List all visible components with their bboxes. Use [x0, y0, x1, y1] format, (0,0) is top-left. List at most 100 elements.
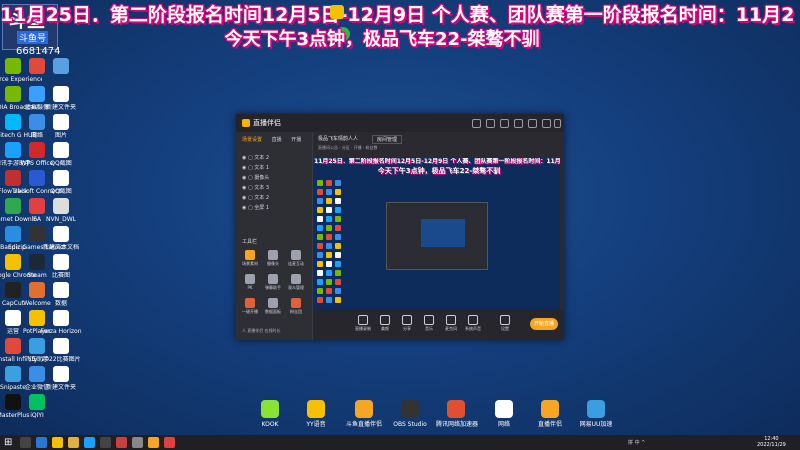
preview-icon	[317, 252, 323, 258]
tool-fan-club[interactable]: 粉丝团	[286, 298, 306, 316]
yy-icon	[307, 400, 325, 418]
tray-text[interactable]: 拼 中 ^	[628, 439, 645, 446]
beauty-button[interactable]: 美颜	[374, 315, 396, 332]
tool-audience[interactable]: 观众管理	[286, 274, 306, 292]
dock-item-label: KOOK	[261, 421, 279, 428]
control-label: 美颜	[381, 326, 389, 331]
data-panel-icon	[268, 298, 278, 308]
forza-icon	[53, 310, 69, 326]
tool-link-mic[interactable]: 连麦互动	[286, 250, 306, 268]
quick-live-icon	[245, 298, 255, 308]
material-icon	[245, 250, 255, 260]
stream-subtitle-text: 今天下午3点钟，极品飞车22-桀骜不驯	[224, 29, 540, 50]
close-icon[interactable]	[554, 119, 561, 128]
screenshot-icon	[53, 142, 69, 158]
scene-item-label: 文本 2	[254, 195, 270, 201]
preview-icon	[335, 297, 341, 303]
settings-icon[interactable]	[486, 119, 495, 128]
message-icon[interactable]	[500, 119, 509, 128]
edge-icon[interactable]	[36, 437, 47, 448]
app-icon[interactable]	[100, 437, 111, 448]
share-icon	[402, 315, 412, 325]
image-icon	[53, 114, 69, 130]
start-live-button[interactable]: 开始直播	[530, 318, 558, 330]
system-audio-button[interactable]: 系统声音	[462, 315, 484, 332]
preview-icon	[326, 207, 332, 213]
maximize-icon[interactable]	[542, 119, 551, 128]
scene-item-label: 文本 3	[254, 185, 270, 191]
start-button[interactable]: ⊞	[4, 437, 15, 448]
tool-quick-live[interactable]: 一键开播	[240, 298, 260, 316]
skin-icon[interactable]	[472, 119, 481, 128]
tool-camera[interactable]: 摄像头	[263, 250, 283, 268]
room-header: 极品飞车情韵人人 房间管理 直播间公告 · 分区 · 开播 · 粉丝数	[314, 132, 564, 158]
record-button[interactable]: 直播录制	[352, 315, 374, 332]
live-preview[interactable]: 11月25日．第二阶段报名时间12月5日-12月9日 个人赛、团队赛第一阶段报名…	[314, 158, 560, 310]
desktop-icon-label: 新建文件夹	[45, 384, 76, 391]
minimize-icon[interactable]	[528, 119, 537, 128]
tool-scene-material[interactable]: 场景素材	[240, 250, 260, 268]
preview-icon	[326, 288, 332, 294]
tool-label: 连麦互动	[288, 261, 304, 266]
tool-data-panel[interactable]: 数据面板	[263, 298, 283, 316]
microphone-icon	[446, 315, 456, 325]
search-icon[interactable]	[20, 437, 31, 448]
speaker-icon	[468, 315, 478, 325]
preview-icon	[317, 216, 323, 222]
scene-item[interactable]: ◉ ▢ 摄像头	[242, 174, 269, 181]
scene-item[interactable]: ◉ ▢ 文本 1	[242, 164, 269, 171]
preview-icon	[326, 180, 332, 186]
folder-icon	[53, 86, 69, 102]
preview-icon	[326, 189, 332, 195]
app-icon[interactable]	[116, 437, 127, 448]
dock-item-label: 直播伴侣	[537, 421, 562, 428]
douyu-icon[interactable]	[148, 437, 159, 448]
nested-preview-content	[421, 219, 465, 247]
mic-button[interactable]: 麦克风	[440, 315, 462, 332]
preview-icon	[335, 288, 341, 294]
settings-button[interactable]: 设置	[494, 315, 516, 332]
preview-icon	[335, 180, 341, 186]
scene-item-label: 摄像头	[254, 175, 270, 181]
desktop-icon-label: NVN_DWL	[46, 216, 76, 223]
tool-label: 观众管理	[288, 285, 304, 290]
preview-icon	[326, 234, 332, 240]
app-icon[interactable]	[164, 437, 175, 448]
taskbar-clock[interactable]: 12:40 2022/11/29	[757, 436, 786, 448]
camera-icon	[268, 250, 278, 260]
control-label: 麦克风	[445, 326, 457, 331]
preview-icon	[326, 243, 332, 249]
folder-icon[interactable]	[68, 437, 79, 448]
preview-icon	[335, 189, 341, 195]
share-button[interactable]: 分享	[396, 315, 418, 332]
room-manage-button[interactable]: 房间管理	[372, 135, 403, 144]
scene-item[interactable]: ◉ ▢ 文本 2	[242, 154, 269, 161]
scene-item[interactable]: ◉ ▢ 文本 2	[242, 194, 269, 201]
file-icon	[53, 198, 69, 214]
menu-icon[interactable]	[514, 119, 523, 128]
tool-danmu[interactable]: 弹幕助手	[263, 274, 283, 292]
logo-sub: 斗鱼号	[17, 31, 49, 44]
accelerator-icon	[447, 400, 465, 418]
desktop-icon-label: 2022比赛图片	[41, 356, 81, 363]
scene-item[interactable]: ◉ ▢ 文本 3	[242, 184, 269, 191]
preview-icon	[317, 279, 323, 285]
tool-pk[interactable]: PK	[240, 274, 260, 292]
desktop-icon[interactable]: iQIYI	[8, 394, 66, 428]
tool-label: 场景素材	[242, 261, 258, 266]
tab-scene-settings[interactable]: 场景设置	[242, 137, 262, 143]
app-icon	[330, 5, 344, 19]
chrome-icon[interactable]	[52, 437, 63, 448]
streaming-app-window[interactable]: 直播伴侣 场景设置 直播 开播 ◉ ▢ 文本 2 ◉ ▢ 文本 1 ◉ ▢ 摄像…	[236, 114, 564, 340]
app-icon[interactable]	[132, 437, 143, 448]
music-button[interactable]: 音乐	[418, 315, 440, 332]
tab-broadcast[interactable]: 开播	[291, 137, 301, 143]
tab-live[interactable]: 直播	[272, 137, 282, 143]
douyu-icon	[355, 400, 373, 418]
app-icon[interactable]	[84, 437, 95, 448]
fan-club-icon	[291, 298, 301, 308]
window-titlebar[interactable]: 直播伴侣	[236, 114, 564, 132]
tool-label: 一键开播	[242, 309, 258, 314]
scene-item[interactable]: ◉ ▢ 全屏 1	[242, 204, 269, 211]
text-icon	[53, 226, 69, 242]
